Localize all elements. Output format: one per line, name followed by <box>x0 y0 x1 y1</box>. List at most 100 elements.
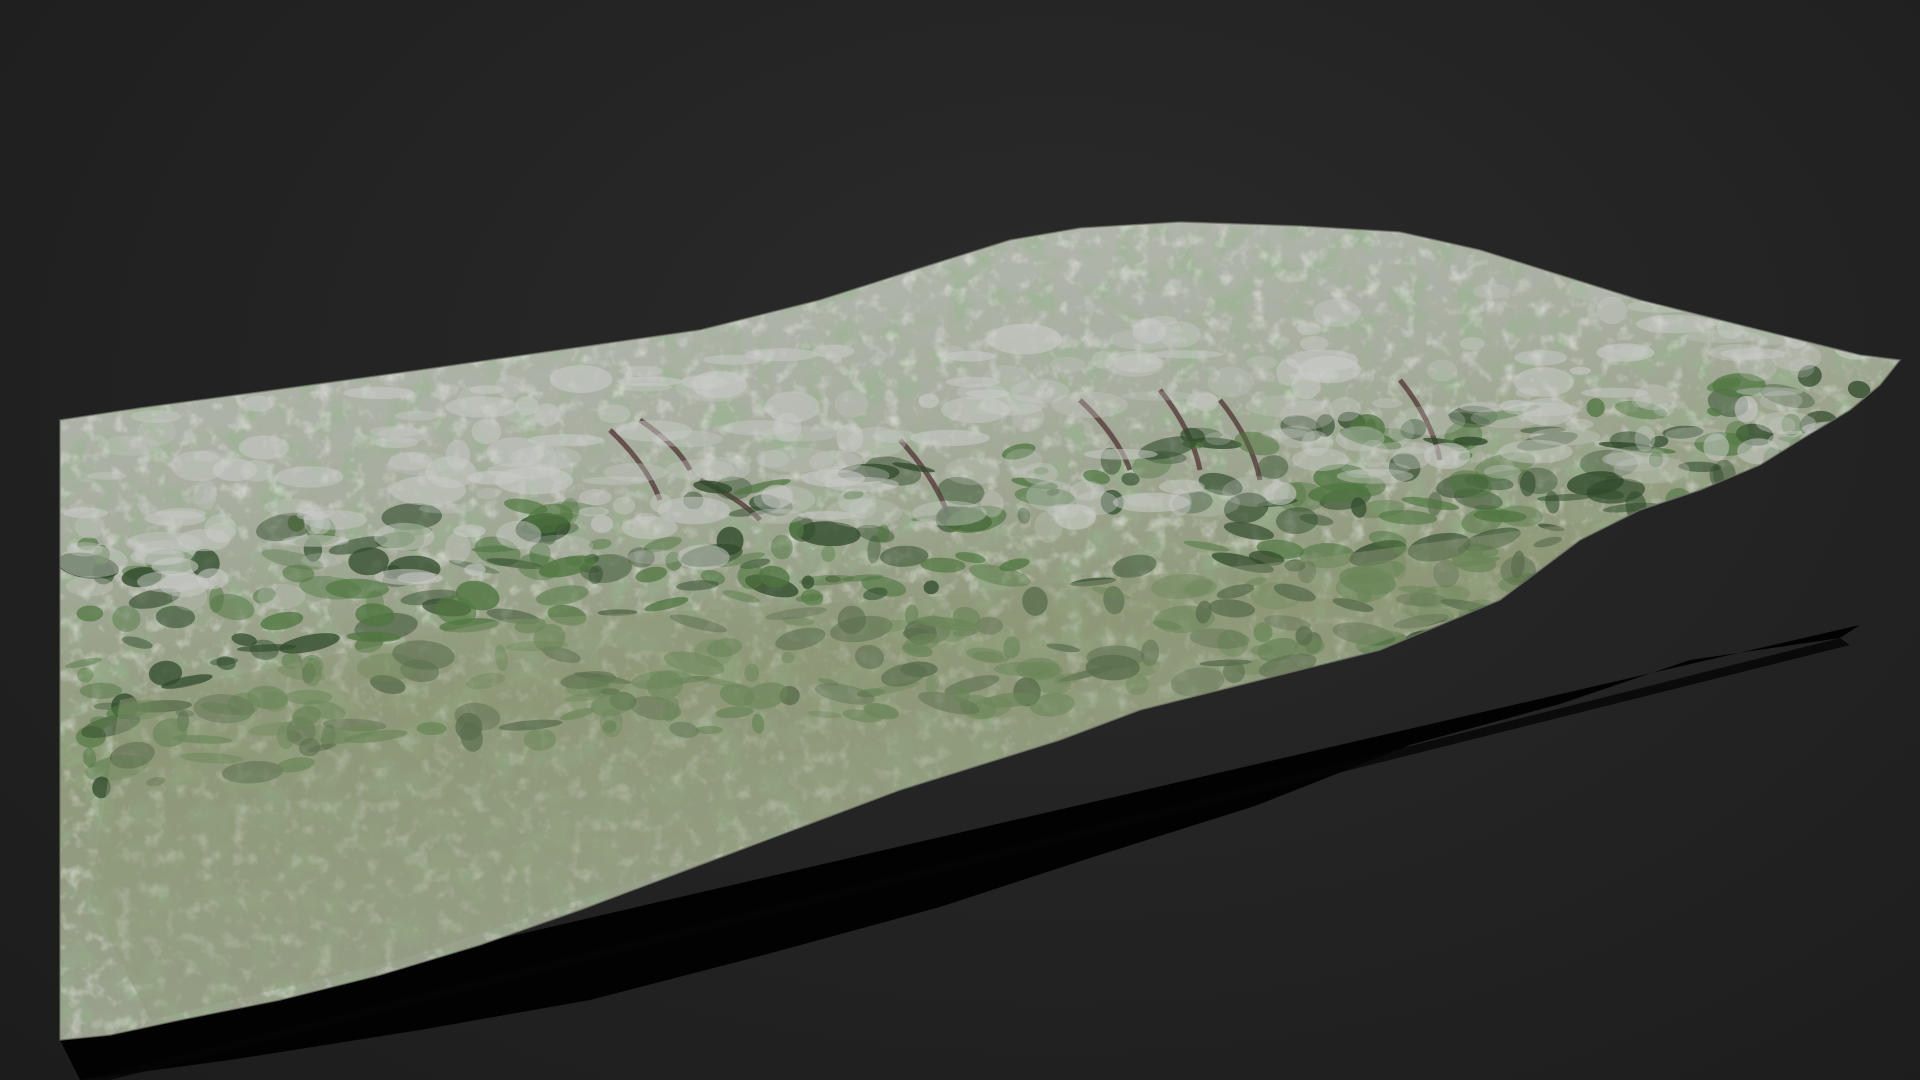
rock-highlight <box>144 510 206 526</box>
rock-highlight <box>1741 273 1790 287</box>
rock-highlight <box>1049 356 1086 373</box>
rock-highlight <box>1329 397 1361 422</box>
rock-highlight <box>837 488 873 514</box>
vegetation-patch <box>1668 566 1721 592</box>
rock-highlight <box>471 418 502 445</box>
vegetation-patch <box>1779 552 1833 572</box>
vegetation-patch <box>1754 476 1772 486</box>
vegetation-patch <box>1778 519 1809 535</box>
rock-highlight <box>765 391 820 423</box>
rock-highlight <box>1091 351 1116 369</box>
rock-highlight <box>394 410 439 421</box>
rock-highlight <box>1313 298 1361 328</box>
vegetation-patch <box>1464 618 1512 631</box>
rock-highlight <box>578 506 609 517</box>
terrain-texture <box>60 222 1900 1040</box>
rock-highlight <box>263 498 320 516</box>
rock-highlight <box>1513 367 1574 397</box>
rock-highlight <box>980 490 1004 518</box>
rock-highlight <box>130 547 185 566</box>
terrain-mesh[interactable] <box>0 0 1920 1080</box>
rock-highlight <box>194 478 217 511</box>
rock-highlight <box>303 509 368 530</box>
rock-highlight <box>1075 490 1119 515</box>
rock-highlight <box>390 475 467 506</box>
rock-highlight <box>761 484 793 509</box>
vegetation-patch <box>1772 551 1830 571</box>
3d-viewport[interactable] <box>0 0 1920 1080</box>
rock-highlight <box>1205 431 1232 446</box>
vegetation-patch <box>1659 598 1694 611</box>
rock-highlight <box>1392 446 1431 470</box>
rock-highlight <box>1301 430 1330 457</box>
rock-highlight <box>914 518 938 528</box>
vegetation-patch <box>1670 587 1704 599</box>
vegetation-patch <box>1630 612 1678 629</box>
vegetation-patch <box>1686 533 1700 556</box>
vegetation-patch <box>1811 587 1840 613</box>
rock-highlight <box>1264 481 1297 506</box>
rock-highlight <box>370 426 423 438</box>
rock-highlight <box>657 496 731 525</box>
vegetation-patch <box>1590 549 1644 580</box>
vegetation-patch <box>1826 517 1884 532</box>
rock-highlight <box>515 396 539 416</box>
rock-highlight <box>1083 449 1158 460</box>
rock-highlight <box>275 466 344 488</box>
vegetation-patch <box>1737 585 1759 594</box>
rock-highlight <box>1371 398 1403 409</box>
rock-highlight <box>1626 300 1699 313</box>
vegetation-patch <box>1661 503 1684 520</box>
rock-highlight <box>1716 315 1745 339</box>
rock-highlight <box>1034 511 1063 544</box>
rock-highlight <box>1713 262 1766 276</box>
rock-highlight <box>1636 314 1715 334</box>
rock-highlight <box>131 409 182 423</box>
rock-highlight <box>1650 266 1720 284</box>
rock-highlight <box>619 365 664 376</box>
rock-highlight <box>374 568 437 585</box>
rock-highlight <box>494 375 524 398</box>
rock-highlight <box>702 354 763 365</box>
rock-highlight <box>1168 489 1192 516</box>
vegetation-patch <box>1517 654 1540 668</box>
rock-highlight <box>1459 337 1485 350</box>
vegetation-patch <box>1785 599 1816 613</box>
vegetation-patch <box>1657 566 1674 592</box>
rock-highlight <box>579 489 612 506</box>
rock-highlight <box>627 549 683 565</box>
vegetation-patch <box>1755 475 1797 488</box>
rock-highlight <box>1026 480 1077 512</box>
rock-highlight <box>918 393 939 409</box>
vegetation-patch <box>1597 599 1647 609</box>
vegetation-patch <box>1849 504 1863 513</box>
rock-highlight <box>1207 366 1254 398</box>
rock-highlight <box>1483 464 1521 479</box>
vegetation-patch <box>1420 661 1474 670</box>
rock-highlight <box>812 344 855 359</box>
vegetation-patch <box>1564 568 1613 599</box>
vegetation-patch <box>1363 656 1413 682</box>
rock-highlight <box>1472 283 1511 299</box>
vegetation-patch <box>1774 605 1793 627</box>
vegetation-patch <box>1331 666 1384 685</box>
rock-highlight <box>945 376 1001 388</box>
vegetation-patch <box>1725 610 1780 626</box>
vegetation-patch <box>1732 564 1762 574</box>
vegetation-patch <box>1818 590 1869 614</box>
rock-highlight <box>238 435 290 460</box>
rock-highlight <box>1784 319 1810 349</box>
rock-highlight <box>374 522 435 551</box>
rock-highlight <box>486 462 561 479</box>
rock-highlight <box>496 520 542 550</box>
rock-highlight <box>872 429 916 443</box>
vegetation-patch <box>1616 528 1633 545</box>
vegetation-patch <box>1700 596 1727 608</box>
rock-highlight <box>987 323 1062 355</box>
vegetation-patch <box>1728 600 1754 611</box>
vegetation-patch <box>1616 615 1651 639</box>
rock-highlight <box>243 395 274 412</box>
rock-highlight <box>212 458 257 482</box>
rock-highlight <box>665 459 735 481</box>
rock-highlight <box>1631 393 1653 408</box>
